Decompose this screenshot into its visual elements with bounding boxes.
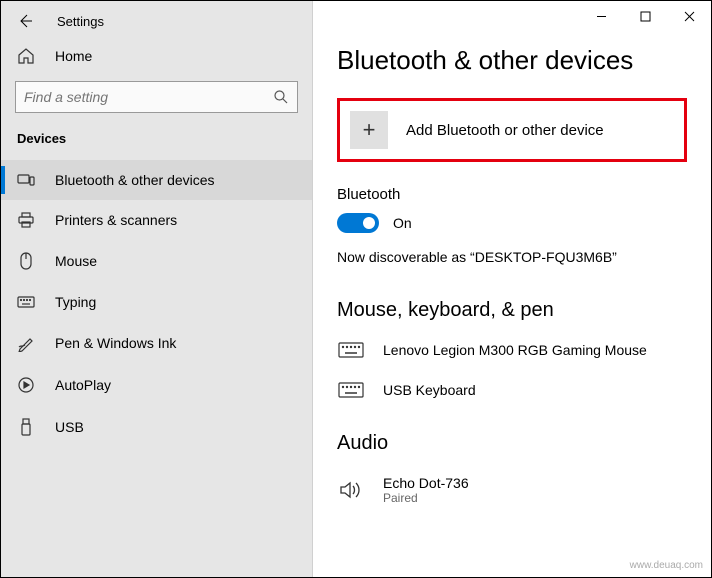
nav-label: Printers & scanners: [55, 212, 177, 228]
keyboard-icon: [337, 342, 365, 358]
section-heading-mouse: Mouse, keyboard, & pen: [337, 299, 687, 322]
toggle-state-label: On: [393, 215, 412, 231]
bluetooth-toggle-row: On: [337, 213, 687, 233]
mouse-icon: [17, 252, 35, 270]
device-row[interactable]: Echo Dot-736 Paired: [337, 467, 687, 521]
sidebar-item-pen[interactable]: Pen & Windows Ink: [1, 322, 312, 364]
nav-label: Bluetooth & other devices: [55, 172, 215, 188]
close-button[interactable]: [667, 1, 711, 31]
plus-icon: +: [350, 111, 388, 149]
pen-icon: [17, 334, 35, 352]
nav-label: Typing: [55, 294, 96, 310]
device-row[interactable]: Lenovo Legion M300 RGB Gaming Mouse: [337, 334, 687, 374]
device-name: USB Keyboard: [383, 382, 476, 398]
window-controls: [579, 1, 711, 31]
maximize-button[interactable]: [623, 1, 667, 31]
bluetooth-label: Bluetooth: [337, 186, 687, 203]
content-pane: Bluetooth & other devices + Add Bluetoot…: [313, 1, 711, 577]
sidebar-item-usb[interactable]: USB: [1, 406, 312, 448]
app-title: Settings: [57, 14, 104, 29]
search-input[interactable]: [24, 89, 273, 105]
autoplay-icon: [17, 376, 35, 394]
sidebar-item-bluetooth[interactable]: Bluetooth & other devices: [1, 160, 312, 200]
usb-icon: [17, 418, 35, 436]
search-container: [1, 75, 312, 121]
keyboard-icon: [17, 296, 35, 308]
section-heading-audio: Audio: [337, 432, 687, 455]
minimize-button[interactable]: [579, 1, 623, 31]
bluetooth-toggle[interactable]: [337, 213, 379, 233]
devices-icon: [17, 173, 35, 187]
home-nav[interactable]: Home: [1, 37, 312, 75]
add-device-label: Add Bluetooth or other device: [406, 122, 604, 139]
sidebar-item-mouse[interactable]: Mouse: [1, 240, 312, 282]
section-label: Devices: [1, 121, 312, 160]
home-icon: [17, 47, 35, 65]
nav-label: Pen & Windows Ink: [55, 335, 176, 351]
nav-label: USB: [55, 419, 84, 435]
device-status: Paired: [383, 491, 469, 505]
search-box[interactable]: [15, 81, 298, 113]
printer-icon: [17, 212, 35, 228]
nav-label: AutoPlay: [55, 377, 111, 393]
speaker-icon: [337, 480, 365, 500]
device-name: Lenovo Legion M300 RGB Gaming Mouse: [383, 342, 647, 358]
sidebar-header: Settings: [1, 1, 312, 37]
add-device-button[interactable]: + Add Bluetooth or other device: [337, 98, 687, 162]
back-arrow-icon[interactable]: [17, 13, 33, 29]
search-icon: [273, 89, 289, 105]
sidebar: Settings Home Devices Bluetooth & other …: [1, 1, 313, 577]
page-title: Bluetooth & other devices: [337, 45, 687, 76]
sidebar-item-typing[interactable]: Typing: [1, 282, 312, 322]
home-label: Home: [55, 48, 92, 64]
discoverable-text: Now discoverable as “DESKTOP-FQU3M6B”: [337, 249, 687, 265]
nav-label: Mouse: [55, 253, 97, 269]
device-name: Echo Dot-736: [383, 475, 469, 491]
keyboard-icon: [337, 382, 365, 398]
sidebar-item-autoplay[interactable]: AutoPlay: [1, 364, 312, 406]
sidebar-item-printers[interactable]: Printers & scanners: [1, 200, 312, 240]
device-row[interactable]: USB Keyboard: [337, 374, 687, 414]
watermark: www.deuaq.com: [630, 560, 703, 571]
